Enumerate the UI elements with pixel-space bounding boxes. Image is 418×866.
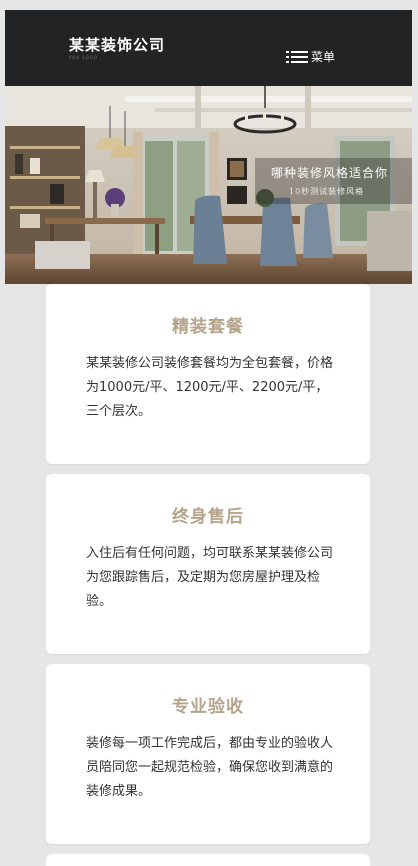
hero-banner[interactable]: 哪种装修风格适合你 10秒测试装修风格 [5,86,412,284]
card-text: 入住后有任何问题，均可联系某某装修公司为您跟踪售后，及定期为您房屋护理及检验。 [86,546,334,609]
logo-title: 某某装饰公司 [69,36,166,54]
card-text: 装修每一项工作完成后，都由专业的验收人员陪同您一起规范检验，确保您收到满意的装修… [86,736,334,799]
card-text: 某某装修公司装修套餐均为全包套餐，价格为1000元/平、1200元/平、2200… [86,356,334,419]
menu-button[interactable]: 菜单 [286,48,335,66]
banner-subline: 10秒测试装修风格 [289,187,365,196]
card-package[interactable]: 精装套餐 某某装修公司装修套餐均为全包套餐，价格为1000元/平、1200元/平… [46,284,370,464]
menu-label: 菜单 [311,50,336,64]
card-title: 终身售后 [172,507,244,527]
logo[interactable]: 某某装饰公司 YOU LOGO [69,36,165,61]
top-header: 某某装饰公司 YOU LOGO 菜单 [5,10,412,86]
card-title: 专业验收 [172,697,244,717]
logo-subtitle: YOU LOGO [69,55,99,60]
page: 某某装饰公司 YOU LOGO 菜单 哪种装修风格适合你 10秒测试装修风格 精… [0,0,418,866]
list-menu-icon [286,50,308,64]
card-inspection[interactable]: 专业验收 装修每一项工作完成后，都由专业的验收人员陪同您一起规范检验，确保您收到… [46,664,370,844]
card-aftersales[interactable]: 终身售后 入住后有任何问题，均可联系某某装修公司为您跟踪售后，及定期为您房屋护理… [46,474,370,654]
banner-caption: 哪种装修风格适合你 10秒测试装修风格 [255,158,412,204]
banner-headline: 哪种装修风格适合你 [271,166,389,180]
card-title: 精装套餐 [172,317,244,337]
card-next-partial [46,854,370,866]
